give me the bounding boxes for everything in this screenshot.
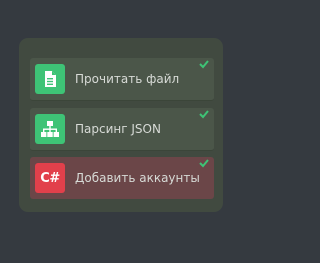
task-label: Добавить аккаунты (75, 171, 200, 185)
checkmark-icon (199, 60, 209, 69)
sitemap-icon-tile (35, 114, 65, 144)
task-label: Прочитать файл (75, 72, 180, 86)
task-item-parse-json[interactable]: Парсинг JSON (30, 108, 214, 151)
checkmark-icon (199, 110, 209, 119)
task-label: Парсинг JSON (75, 122, 161, 136)
task-item-add-accounts[interactable]: C# Добавить аккаунты (30, 157, 214, 199)
csharp-icon: C# (40, 170, 60, 186)
csharp-icon-tile: C# (35, 163, 65, 193)
file-icon-tile (35, 64, 65, 94)
task-panel: Прочитать файл Парсинг JSON C# Добавить … (19, 38, 223, 212)
file-icon (45, 71, 56, 87)
sitemap-icon (41, 121, 59, 137)
checkmark-icon (199, 159, 209, 168)
task-item-read-file[interactable]: Прочитать файл (30, 58, 214, 101)
